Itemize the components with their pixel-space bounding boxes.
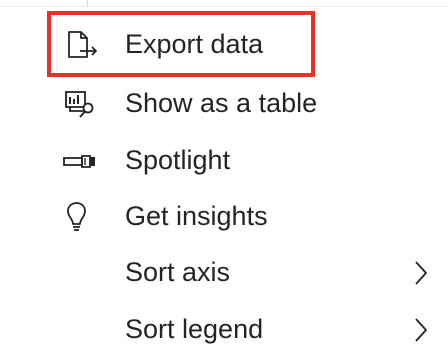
menu-item-label: Sort axis: [125, 257, 231, 287]
chevron-right-icon: [411, 259, 431, 287]
export-data-icon: [60, 30, 100, 60]
menu-item-sort-legend[interactable]: Sort legend: [0, 302, 448, 358]
menu-item-label: Show as a table: [125, 88, 318, 118]
visual-options-menu: Export data Show as a table Spotlight Ge…: [0, 0, 448, 349]
spotlight-icon: [60, 146, 100, 176]
menu-item-spotlight[interactable]: Spotlight: [0, 133, 448, 189]
menu-item-show-as-table[interactable]: Show as a table: [0, 76, 448, 132]
menu-item-sort-axis[interactable]: Sort axis: [0, 245, 448, 301]
menu-item-label: Spotlight: [125, 145, 231, 175]
show-as-table-icon: [60, 89, 100, 119]
lightbulb-icon: [60, 202, 100, 232]
menu-item-label: Export data: [125, 29, 264, 59]
menu-item-export-data[interactable]: Export data: [0, 17, 448, 73]
menu-top-divider: [0, 6, 448, 7]
menu-top-divider-stub: [87, 0, 88, 6]
menu-item-label: Sort legend: [125, 314, 264, 344]
chevron-right-icon: [411, 316, 431, 344]
menu-item-label: Get insights: [125, 201, 268, 231]
menu-item-get-insights[interactable]: Get insights: [0, 189, 448, 245]
